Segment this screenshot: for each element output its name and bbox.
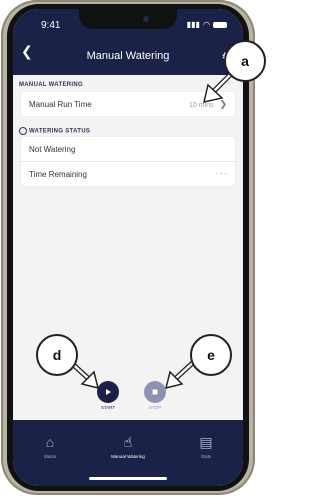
time-remaining-row: Time Remaining - - - [21, 161, 235, 186]
battery-icon [213, 21, 227, 28]
tab-status[interactable]: ⌂ Status [15, 434, 85, 459]
tab-status-label: Status [43, 454, 57, 459]
tab-stats[interactable]: ▤ Stats [171, 434, 241, 459]
status-time: 9:41 [41, 20, 61, 31]
back-chevron-icon[interactable]: ❮ [21, 43, 33, 60]
tab-manual-watering-label: Manual Watering [111, 454, 145, 459]
tab-manual-watering[interactable]: ☝ Manual Watering [93, 434, 163, 459]
info-icon [19, 127, 27, 135]
callout-e: e [190, 334, 232, 376]
manual-watering-header: MANUAL WATERING [19, 82, 83, 88]
manual-run-time-label: Manual Run Time [29, 99, 92, 109]
status-icons: ▮▮▮ ◠ [187, 20, 227, 29]
watering-status-card: Not Watering Time Remaining - - - [21, 137, 235, 186]
stop-icon [152, 389, 158, 395]
start-label: START [100, 405, 116, 410]
stop-label: STOP [148, 405, 162, 410]
watering-status-title: WATERING STATUS [29, 128, 91, 135]
watering-status-header: WATERING STATUS [19, 127, 90, 135]
time-remaining-label: Time Remaining [29, 169, 87, 179]
tab-bar: ⌂ Status ☝ Manual Watering ▤ Stats [13, 420, 243, 486]
signal-icon: ▮▮▮ [186, 20, 201, 29]
home-indicator [89, 477, 167, 480]
watering-state-row: Not Watering [21, 137, 235, 161]
tab-stats-label: Stats [200, 454, 212, 459]
stats-icon: ▤ [199, 434, 213, 450]
home-icon: ⌂ [45, 434, 55, 450]
wifi-icon: ◠ [203, 20, 210, 29]
watering-state-label: Not Watering [29, 144, 76, 154]
callout-a: a [224, 40, 266, 82]
hand-tap-icon: ☝ [123, 434, 133, 450]
time-remaining-value: - - - [216, 170, 227, 178]
page-title: Manual Watering [86, 50, 170, 62]
notch [79, 9, 177, 29]
callout-d: d [36, 334, 78, 376]
